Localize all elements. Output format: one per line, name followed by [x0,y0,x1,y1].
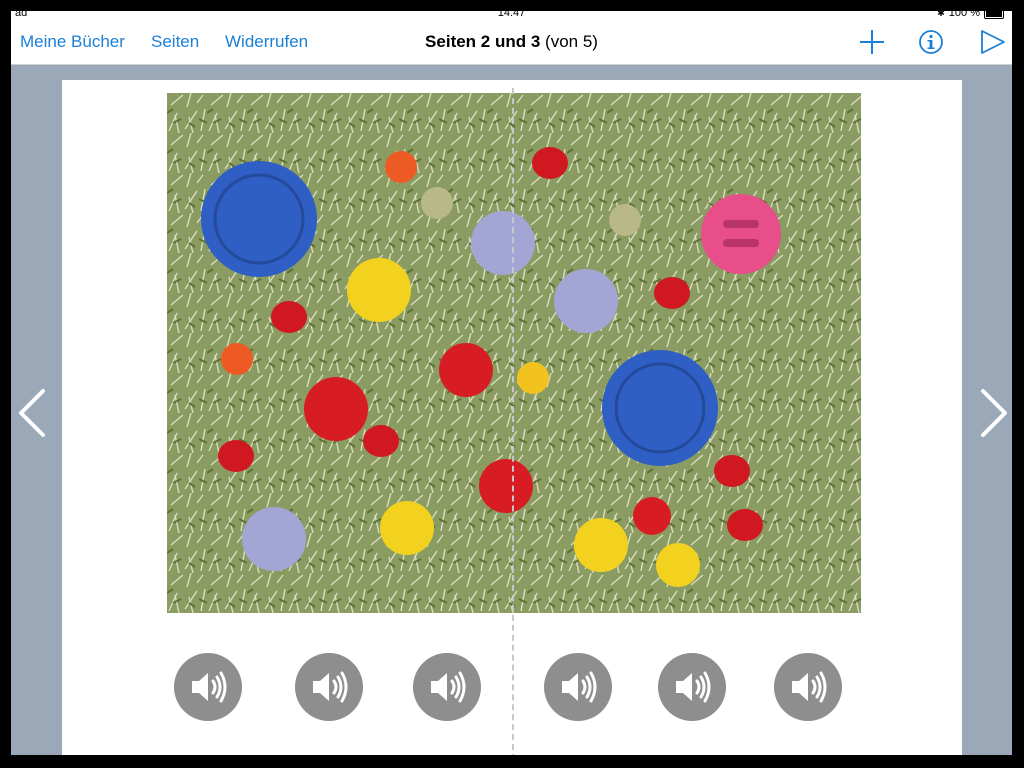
page-divider [512,88,514,755]
speaker-icon [192,671,227,703]
navigation-bar: Meine Bücher Seiten Widerrufen Seiten 2 … [11,19,1012,65]
chevron-right-icon[interactable] [973,383,1012,443]
speaker-icon [313,671,348,703]
buttons-on-grass-photo[interactable] [167,93,861,613]
battery-percent: 100 % [948,11,980,19]
page-title-main: Seiten 2 und 3 [425,32,541,51]
speaker-icon [792,671,827,703]
speaker-icon [431,671,466,703]
speaker-icon [676,671,711,703]
status-bar: ad 14:47 ✱ 100 % [11,11,1012,19]
audio-button-4[interactable] [544,653,612,721]
battery-icon [984,11,1004,19]
info-icon[interactable] [914,25,948,59]
audio-button-6[interactable] [774,653,842,721]
audio-button-3[interactable] [413,653,481,721]
audio-button-1[interactable] [174,653,242,721]
play-icon[interactable] [975,25,1009,59]
chevron-left-icon[interactable] [13,383,53,443]
status-time: 14:47 [497,11,526,19]
bluetooth-icon: ✱ [937,11,945,18]
speaker-icon [562,671,597,703]
audio-button-2[interactable] [295,653,363,721]
page-title-count: (von 5) [545,32,598,51]
audio-button-5[interactable] [658,653,726,721]
book-page-spread [62,80,962,755]
plus-icon[interactable] [855,25,889,59]
ipad-screen: ad 14:47 ✱ 100 % Meine Bücher Seiten Wid… [11,11,1012,755]
